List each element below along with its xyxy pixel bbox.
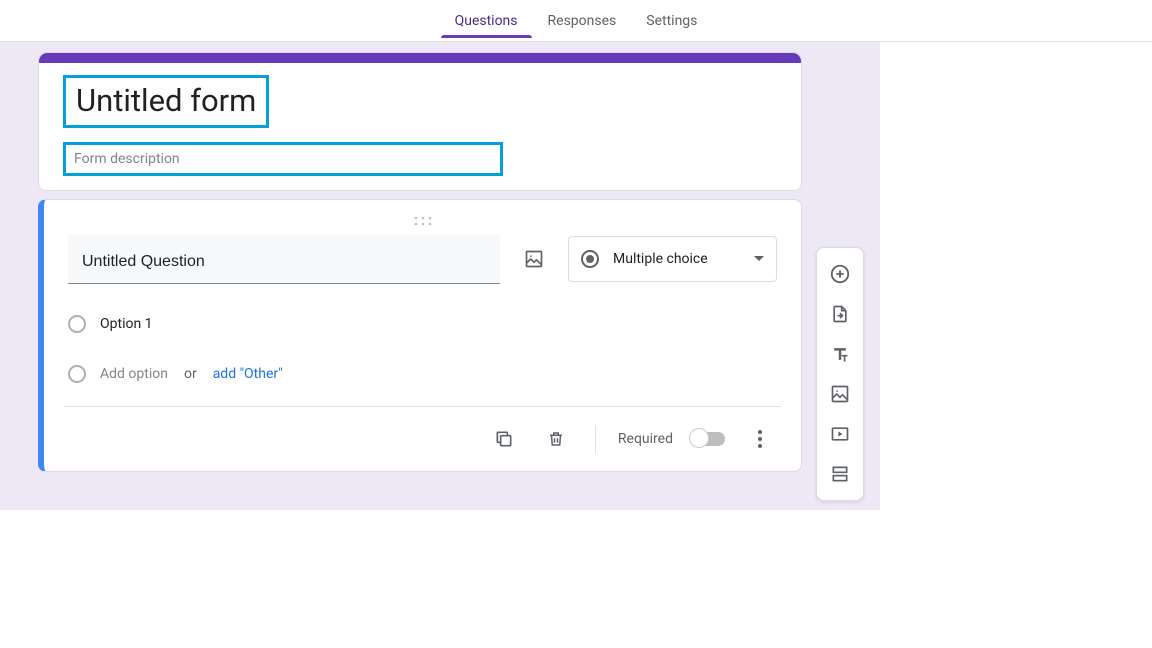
question-footer: Required bbox=[68, 413, 777, 465]
question-title-input[interactable] bbox=[68, 234, 500, 284]
add-section-button[interactable] bbox=[816, 454, 864, 494]
question-top-row: Multiple choice bbox=[68, 234, 777, 284]
vertical-divider bbox=[595, 425, 596, 453]
delete-button[interactable] bbox=[539, 422, 573, 456]
question-type-label: Multiple choice bbox=[613, 251, 708, 267]
import-questions-button[interactable] bbox=[816, 294, 864, 334]
required-label: Required bbox=[618, 431, 673, 447]
add-image-button[interactable] bbox=[816, 374, 864, 414]
tab-settings[interactable]: Settings bbox=[642, 4, 701, 37]
question-card: Multiple choice Option 1 Add option or a… bbox=[38, 199, 802, 472]
tab-questions[interactable]: Questions bbox=[451, 4, 522, 37]
radio-icon bbox=[68, 365, 86, 383]
option-text-input[interactable]: Option 1 bbox=[100, 316, 153, 332]
add-other-button[interactable]: add "Other" bbox=[213, 366, 283, 382]
tabs-bar: Questions Responses Settings bbox=[0, 0, 1152, 42]
form-description-highlight: Form description bbox=[63, 142, 503, 176]
form-header-card: Untitled form Form description bbox=[38, 52, 802, 191]
option-row: Option 1 bbox=[68, 306, 777, 342]
or-label: or bbox=[184, 366, 197, 382]
add-video-button[interactable] bbox=[816, 414, 864, 454]
caret-down-icon bbox=[754, 256, 764, 262]
more-menu-button[interactable] bbox=[743, 422, 777, 456]
required-toggle[interactable] bbox=[691, 432, 725, 446]
options-list: Option 1 Add option or add "Other" bbox=[68, 306, 777, 392]
drag-handle-icon[interactable] bbox=[68, 212, 777, 230]
form-title-input[interactable]: Untitled form bbox=[76, 82, 256, 119]
side-toolbar bbox=[816, 247, 864, 501]
add-question-button[interactable] bbox=[816, 254, 864, 294]
add-title-button[interactable] bbox=[816, 334, 864, 374]
question-type-dropdown[interactable]: Multiple choice bbox=[568, 236, 777, 282]
form-description-input[interactable]: Form description bbox=[74, 151, 492, 167]
add-option-button[interactable]: Add option bbox=[100, 366, 168, 382]
form-workspace: Untitled form Form description Multiple … bbox=[0, 42, 880, 510]
add-image-icon[interactable] bbox=[520, 242, 548, 276]
add-option-row: Add option or add "Other" bbox=[68, 356, 777, 392]
multiple-choice-icon bbox=[581, 250, 599, 268]
tab-responses[interactable]: Responses bbox=[544, 4, 621, 37]
duplicate-button[interactable] bbox=[487, 422, 521, 456]
form-title-highlight: Untitled form bbox=[63, 75, 269, 128]
radio-icon bbox=[68, 315, 86, 333]
divider bbox=[64, 406, 781, 407]
